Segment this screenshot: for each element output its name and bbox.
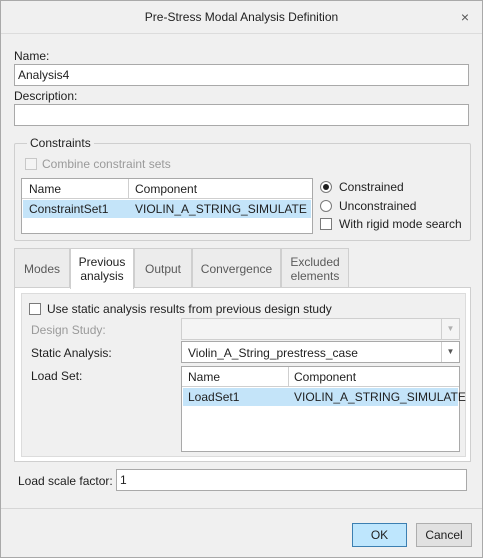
design-study-dropdown[interactable]: ▼ bbox=[181, 318, 460, 340]
load-set-table: Name Component LoadSet1 VIOLIN_A_STRING_… bbox=[181, 366, 466, 452]
constraint-name-cell: ConstraintSet1 bbox=[29, 202, 109, 216]
combine-constraint-sets-label: Combine constraint sets bbox=[42, 157, 171, 171]
dialog-title: Pre-Stress Modal Analysis Definition bbox=[144, 10, 339, 24]
use-static-results-checkbox[interactable] bbox=[29, 303, 41, 315]
constrained-radio[interactable] bbox=[320, 181, 332, 193]
use-static-results-label: Use static analysis results from previou… bbox=[47, 302, 332, 316]
dialog-window: Pre-Stress Modal Analysis Definition × N… bbox=[0, 0, 483, 558]
static-analysis-dropdown[interactable]: Violin_A_String_prestress_case ▼ bbox=[181, 341, 460, 363]
chevron-down-icon: ▼ bbox=[441, 342, 459, 362]
previous-analysis-panel: Use static analysis results from previou… bbox=[14, 287, 471, 462]
title-bar: Pre-Stress Modal Analysis Definition × bbox=[1, 1, 482, 34]
tab-label: Modes bbox=[23, 261, 61, 276]
unconstrained-radio[interactable] bbox=[320, 200, 332, 212]
tab-label: Output bbox=[144, 261, 182, 276]
table-row[interactable]: LoadSet1 VIOLIN_A_STRING_SIMULATE bbox=[183, 388, 466, 406]
column-header-component[interactable]: Component bbox=[294, 370, 356, 384]
tab-output[interactable]: Output bbox=[134, 248, 192, 288]
close-icon[interactable]: × bbox=[456, 8, 474, 26]
unconstrained-label: Unconstrained bbox=[339, 199, 417, 213]
table-row[interactable]: ConstraintSet1 VIOLIN_A_STRING_SIMULATE bbox=[23, 200, 311, 218]
chevron-down-icon: ▼ bbox=[441, 319, 459, 339]
footer-separator bbox=[1, 508, 482, 509]
tab-previous-analysis[interactable]: Previous analysis bbox=[70, 248, 134, 289]
static-analysis-label: Static Analysis: bbox=[31, 346, 112, 360]
column-divider bbox=[288, 367, 289, 387]
name-input[interactable] bbox=[14, 64, 469, 86]
column-divider bbox=[128, 179, 129, 199]
column-header-name[interactable]: Name bbox=[29, 182, 61, 196]
load-scale-factor-label: Load scale factor: bbox=[18, 474, 113, 488]
rigid-mode-search-label: With rigid mode search bbox=[339, 217, 462, 231]
constrained-label: Constrained bbox=[339, 180, 404, 194]
constraints-group-title: Constraints bbox=[27, 136, 94, 150]
constraints-table: Name Component ConstraintSet1 VIOLIN_A_S… bbox=[21, 178, 313, 234]
tab-label: Excluded elements bbox=[290, 254, 340, 283]
tab-excluded-elements[interactable]: Excluded elements bbox=[281, 248, 349, 288]
cancel-button[interactable]: Cancel bbox=[416, 523, 472, 547]
tab-label: Convergence bbox=[200, 261, 273, 276]
load-set-table-header: Name Component bbox=[182, 367, 459, 387]
constraint-component-cell: VIOLIN_A_STRING_SIMULATE bbox=[135, 202, 307, 216]
tab-modes[interactable]: Modes bbox=[14, 248, 70, 288]
description-label: Description: bbox=[14, 89, 78, 103]
combine-constraint-sets-checkbox[interactable] bbox=[25, 158, 37, 170]
name-label: Name: bbox=[14, 49, 50, 63]
static-analysis-value: Violin_A_String_prestress_case bbox=[188, 346, 358, 360]
tab-convergence[interactable]: Convergence bbox=[192, 248, 281, 288]
tab-label: Previous analysis bbox=[78, 255, 126, 283]
rigid-mode-search-checkbox[interactable] bbox=[320, 218, 332, 230]
load-scale-factor-input[interactable] bbox=[116, 469, 467, 491]
ok-button[interactable]: OK bbox=[352, 523, 407, 547]
load-set-component-cell: VIOLIN_A_STRING_SIMULATE bbox=[294, 390, 466, 404]
design-study-label: Design Study: bbox=[31, 323, 106, 337]
description-input[interactable] bbox=[14, 104, 469, 126]
constraints-table-header: Name Component bbox=[22, 179, 312, 199]
load-set-label: Load Set: bbox=[31, 369, 83, 383]
column-header-component[interactable]: Component bbox=[135, 182, 197, 196]
load-set-name-cell: LoadSet1 bbox=[188, 390, 240, 404]
previous-analysis-inner: Use static analysis results from previou… bbox=[21, 293, 466, 457]
column-header-name[interactable]: Name bbox=[188, 370, 220, 384]
